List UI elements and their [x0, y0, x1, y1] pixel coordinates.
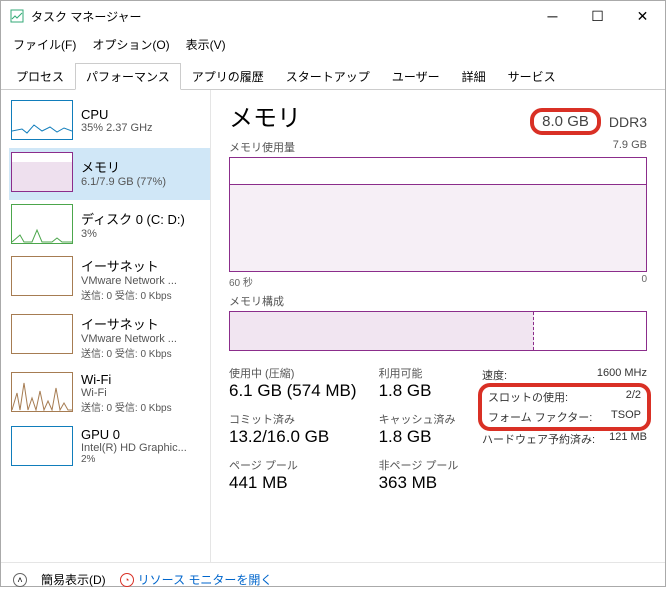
- stat-value: 13.2/16.0 GB: [229, 427, 357, 447]
- sidebar-item-sub2: 2%: [81, 454, 187, 465]
- stat-label: スロットの使用:: [488, 389, 568, 405]
- composition-label: メモリ構成: [229, 293, 284, 309]
- resmon-label: リソース モニターを開く: [138, 571, 273, 588]
- tab-users[interactable]: ユーザー: [381, 63, 451, 90]
- sidebar-item-sub: 3%: [81, 228, 185, 240]
- sidebar-item-sub2: 送信: 0 受信: 0 Kbps: [81, 399, 172, 414]
- sidebar-item-disk[interactable]: ディスク 0 (C: D:)3%: [9, 200, 210, 252]
- tab-details[interactable]: 詳細: [451, 63, 497, 90]
- cpu-thumb-icon: [11, 100, 73, 140]
- stat-value: 2/2: [626, 389, 641, 405]
- gpu-thumb-icon: [11, 426, 73, 466]
- stat-value: 1.8 GB: [379, 427, 459, 447]
- sidebar-item-wifi[interactable]: Wi-FiWi-Fi送信: 0 受信: 0 Kbps: [9, 368, 210, 422]
- net-thumb-icon: [11, 256, 73, 296]
- footer: ˄ 簡易表示(D) ◔ リソース モニターを開く: [1, 562, 665, 596]
- sidebar-item-sub: Wi-Fi: [81, 387, 172, 399]
- sidebar-item-sub: Intel(R) HD Graphic...: [81, 442, 187, 454]
- stat-value: TSOP: [611, 409, 641, 425]
- stat-label: コミット済み: [229, 411, 357, 427]
- sidebar-item-label: メモリ: [81, 157, 166, 176]
- stat-label: キャッシュ済み: [379, 411, 459, 427]
- memory-composition-graph[interactable]: [229, 311, 647, 351]
- resmon-icon: ◔: [120, 573, 134, 587]
- sidebar-item-cpu[interactable]: CPU35% 2.37 GHz: [9, 96, 210, 148]
- menu-file[interactable]: ファイル(F): [5, 33, 84, 56]
- sidebar-item-sub: VMware Network ...: [81, 275, 177, 287]
- sidebar-item-sub: 6.1/7.9 GB (77%): [81, 176, 166, 188]
- sidebar-item-memory[interactable]: メモリ6.1/7.9 GB (77%): [9, 148, 210, 200]
- titlebar: タスク マネージャー ─ ☐ ✕: [1, 1, 665, 31]
- menu-view[interactable]: 表示(V): [178, 33, 234, 56]
- stat-label: ページ プール: [229, 457, 357, 473]
- main-panel: メモリ 8.0 GB DDR3 メモリ使用量 7.9 GB 60 秒 0 メモリ構成…: [211, 90, 665, 562]
- stat-label: フォーム ファクター:: [488, 409, 592, 425]
- disk-thumb-icon: [11, 204, 73, 244]
- tab-services[interactable]: サービス: [497, 63, 567, 90]
- sidebar-item-sub2: 送信: 0 受信: 0 Kbps: [81, 345, 177, 360]
- memory-total-highlight: 8.0 GB: [530, 108, 601, 135]
- window-title: タスク マネージャー: [31, 8, 530, 25]
- memory-usage-graph[interactable]: [229, 157, 647, 272]
- stat-value: 441 MB: [229, 473, 357, 493]
- axis-left: 60 秒: [229, 274, 253, 289]
- sidebar-item-ethernet-1[interactable]: イーサネットVMware Network ...送信: 0 受信: 0 Kbps: [9, 252, 210, 310]
- tabs: プロセス パフォーマンス アプリの履歴 スタートアップ ユーザー 詳細 サービス: [1, 58, 665, 90]
- page-title: メモリ: [229, 98, 301, 133]
- sidebar-item-ethernet-2[interactable]: イーサネットVMware Network ...送信: 0 受信: 0 Kbps: [9, 310, 210, 368]
- stat-value: 121 MB: [609, 431, 647, 447]
- stat-label: 使用中 (圧縮): [229, 365, 357, 381]
- sidebar-item-label: Wi-Fi: [81, 372, 172, 387]
- resource-monitor-link[interactable]: ◔ リソース モニターを開く: [120, 571, 273, 588]
- stat-label: 非ページ プール: [379, 457, 459, 473]
- minimize-button[interactable]: ─: [530, 1, 575, 31]
- sidebar-item-gpu[interactable]: GPU 0Intel(R) HD Graphic...2%: [9, 422, 210, 474]
- stat-value: 1.8 GB: [379, 381, 459, 401]
- sidebar-item-label: CPU: [81, 107, 153, 122]
- sidebar-item-label: GPU 0: [81, 427, 187, 442]
- menu-options[interactable]: オプション(O): [84, 33, 177, 56]
- sidebar-item-sub: 35% 2.37 GHz: [81, 122, 153, 134]
- menubar: ファイル(F) オプション(O) 表示(V): [1, 31, 665, 58]
- usage-graph-max: 7.9 GB: [613, 139, 647, 155]
- net-thumb-icon: [11, 314, 73, 354]
- sidebar-item-label: イーサネット: [81, 314, 177, 333]
- tab-processes[interactable]: プロセス: [5, 63, 75, 90]
- stat-label: 利用可能: [379, 365, 459, 381]
- stat-label: ハードウェア予約済み:: [482, 431, 595, 447]
- sidebar: CPU35% 2.37 GHz メモリ6.1/7.9 GB (77%) ディスク…: [1, 90, 211, 562]
- stat-value: 1600 MHz: [597, 367, 647, 383]
- sidebar-item-label: イーサネット: [81, 256, 177, 275]
- axis-right: 0: [641, 274, 647, 289]
- stat-value: 6.1 GB (574 MB): [229, 381, 357, 401]
- close-button[interactable]: ✕: [620, 1, 665, 31]
- stat-value: 363 MB: [379, 473, 459, 493]
- memory-thumb-icon: [11, 152, 73, 192]
- tab-startup[interactable]: スタートアップ: [275, 63, 381, 90]
- simple-view-button[interactable]: 簡易表示(D): [41, 571, 106, 588]
- memory-type: DDR3: [609, 114, 647, 130]
- tab-app-history[interactable]: アプリの履歴: [181, 63, 275, 90]
- sidebar-item-label: ディスク 0 (C: D:): [81, 209, 185, 228]
- tab-performance[interactable]: パフォーマンス: [75, 63, 181, 90]
- stat-label: 速度:: [482, 367, 507, 383]
- taskmgr-icon: [9, 8, 25, 24]
- chevron-up-icon[interactable]: ˄: [13, 573, 27, 587]
- usage-graph-label: メモリ使用量: [229, 139, 295, 155]
- maximize-button[interactable]: ☐: [575, 1, 620, 31]
- wifi-thumb-icon: [11, 372, 73, 412]
- sidebar-item-sub2: 送信: 0 受信: 0 Kbps: [81, 287, 177, 302]
- sidebar-item-sub: VMware Network ...: [81, 333, 177, 345]
- slots-highlight: スロットの使用: 2/2 フォーム ファクター: TSOP: [478, 383, 651, 431]
